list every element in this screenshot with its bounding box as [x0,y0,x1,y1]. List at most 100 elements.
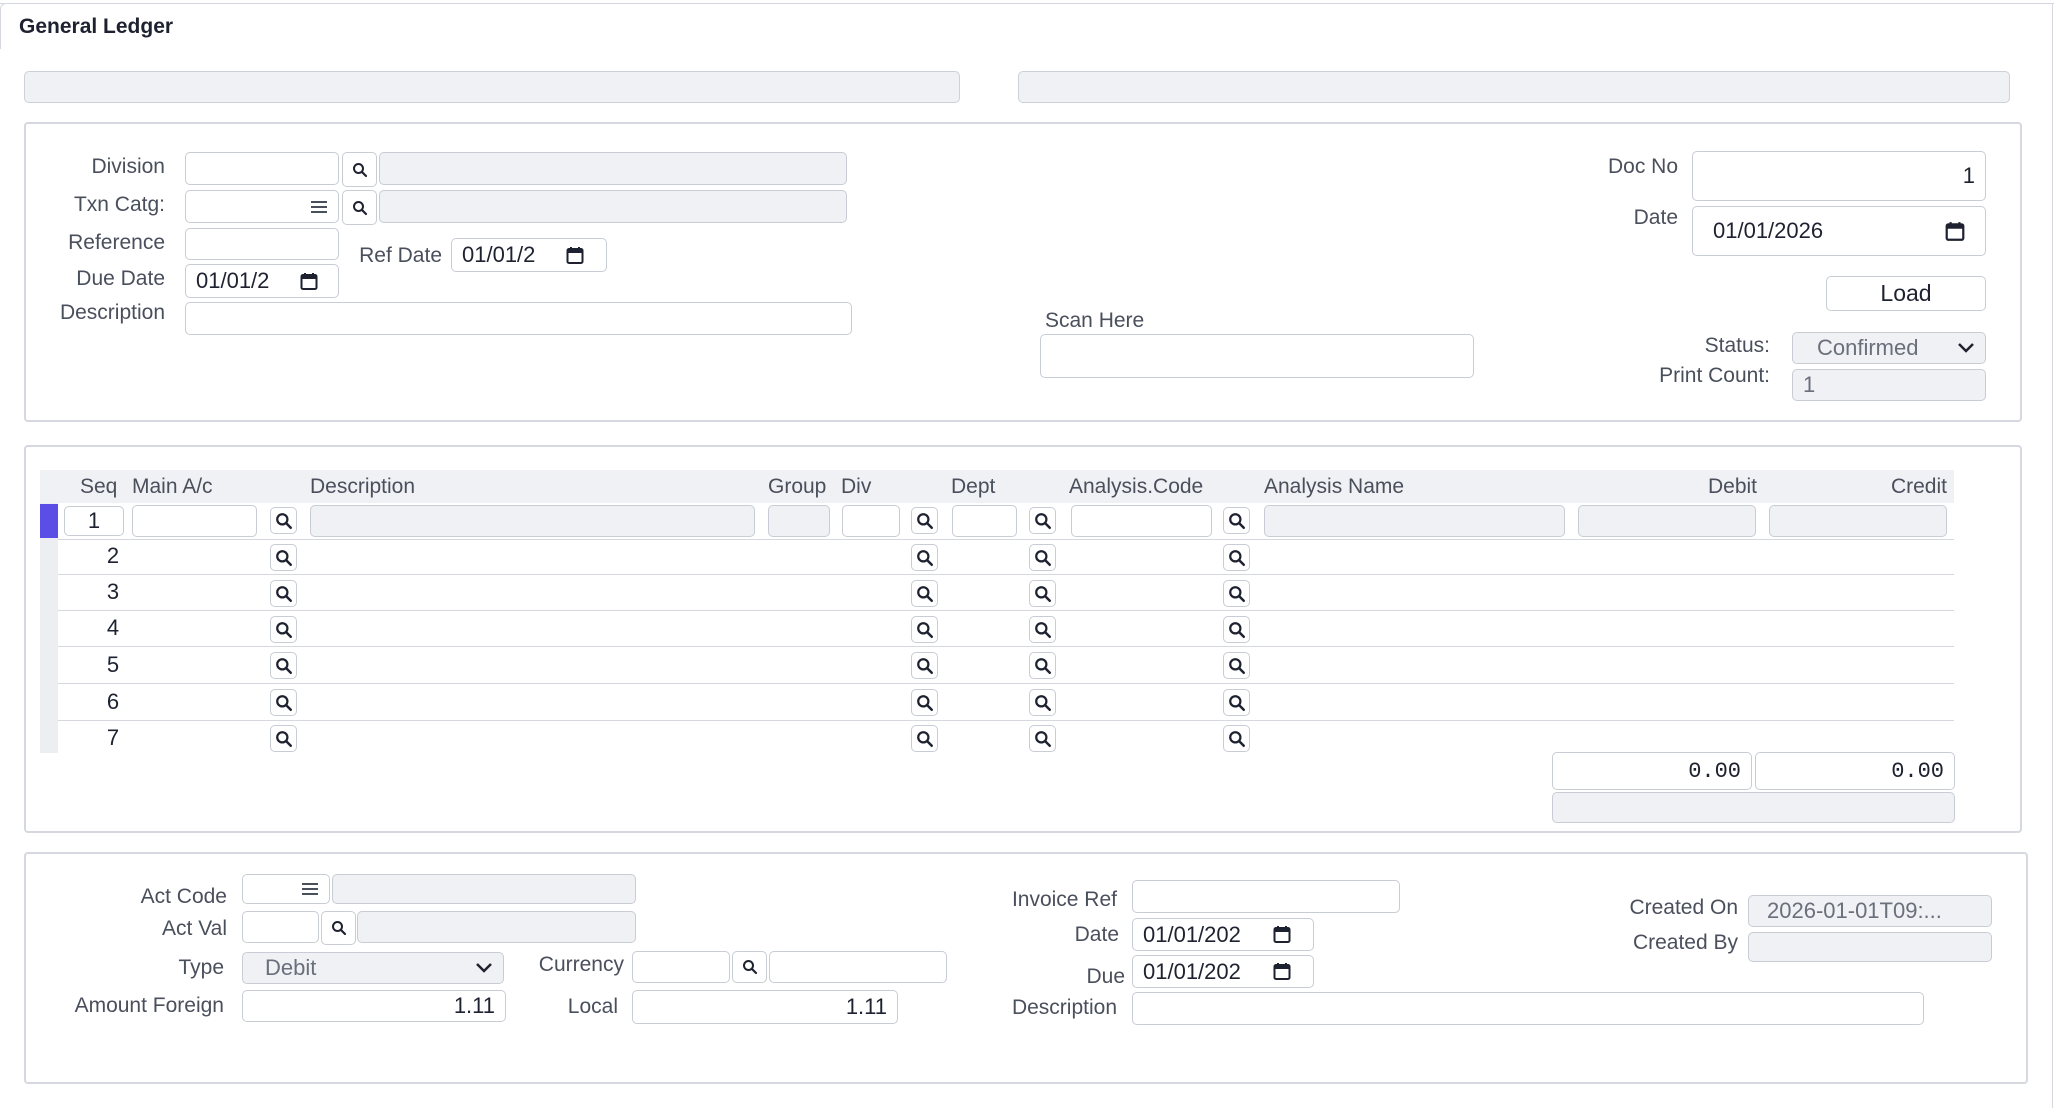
row-3-dept-search-button[interactable] [1029,580,1056,607]
row-1-div-input[interactable] [842,505,900,537]
description-input[interactable] [185,302,852,335]
row-7-analysis-code-search-button[interactable] [1223,725,1250,752]
due-date-input[interactable]: 01/01/2 [185,264,339,298]
division-search-button[interactable] [342,152,377,187]
row-7-main-ac-search-button[interactable] [270,725,297,752]
search-icon [275,621,292,638]
row-1-dept-search-button[interactable] [1029,507,1056,534]
calendar-icon[interactable] [566,246,584,265]
due-date-label: Due Date [76,267,165,290]
row-1-seq-input[interactable]: 1 [64,506,124,536]
row-5-div-search-button[interactable] [911,652,938,679]
search-icon [275,730,292,747]
scan-input[interactable] [1040,334,1474,378]
row-divider [58,646,1954,647]
row-3-div-search-button[interactable] [911,580,938,607]
invoice-date-value: 01/01/202 [1143,921,1241,947]
row-1-analysis-code-search-button[interactable] [1223,507,1250,534]
amount-foreign-label: Amount Foreign [74,994,224,1017]
col-credit: Credit [1890,475,1947,498]
invoice-date-label: Date [1074,923,1119,946]
row-1-analysis-code-input[interactable] [1071,505,1212,537]
row-3-analysis-code-search-button[interactable] [1223,580,1250,607]
act-val-input[interactable] [242,911,319,943]
search-icon [1228,585,1245,602]
act-code-name-display [332,874,636,904]
txn-catg-name-display [379,190,847,223]
calendar-icon[interactable] [1273,925,1291,944]
row-2-main-ac-search-button[interactable] [270,544,297,571]
print-count-label: Print Count: [1659,364,1770,387]
row-1-div-search-button[interactable] [911,507,938,534]
local-label: Local [567,995,618,1018]
list-icon [311,200,327,213]
invoice-ref-input[interactable] [1132,880,1400,913]
row-4-analysis-code-search-button[interactable] [1223,616,1250,643]
currency-input[interactable] [632,951,730,983]
division-name-display [379,152,847,185]
col-dept: Dept [951,475,996,498]
type-select[interactable]: Debit [242,952,504,984]
row-7-div-search-button[interactable] [911,725,938,752]
description-label: Description [59,301,165,324]
row-divider [58,720,1954,721]
row-6-dept-search-button[interactable] [1029,689,1056,716]
invoice-date-input[interactable]: 01/01/202 [1132,918,1314,951]
calendar-icon[interactable] [300,272,318,291]
row-6-div-search-button[interactable] [911,689,938,716]
act-val-name-display [357,911,636,943]
row-2-dept-search-button[interactable] [1029,544,1056,571]
date-value: 01/01/2026 [1713,218,1824,243]
row-divider [58,683,1954,684]
col-debit: Debit [1707,475,1757,498]
row-6-analysis-code-search-button[interactable] [1223,689,1250,716]
reference-input[interactable] [185,228,339,260]
txn-catg-select[interactable] [185,190,339,223]
col-group: Group [768,475,827,498]
tab-general-ledger[interactable]: General Ledger [0,3,1000,49]
detail-description-label: Description [1011,996,1117,1019]
created-on-display: 2026-01-01T09:... [1748,895,1992,927]
currency-name-input[interactable] [769,951,947,983]
row-gutter [40,503,58,753]
search-icon [1034,694,1051,711]
doc-no-input[interactable]: 1 [1692,151,1986,201]
row-2-analysis-code-search-button[interactable] [1223,544,1250,571]
txn-catg-search-button[interactable] [342,190,377,225]
currency-search-button[interactable] [732,951,767,983]
row-4-dept-search-button[interactable] [1029,616,1056,643]
amount-foreign-input[interactable]: 1.11 [242,990,506,1022]
row-3-main-ac-search-button[interactable] [270,580,297,607]
row-5-dept-search-button[interactable] [1029,652,1056,679]
act-val-search-button[interactable] [321,911,356,945]
row-1-main-ac-search-button[interactable] [270,507,297,534]
scan-here-label: Scan Here [1045,309,1145,332]
row-4-main-ac-search-button[interactable] [270,616,297,643]
load-button[interactable]: Load [1826,276,1986,311]
local-amount-input[interactable]: 1.11 [632,990,898,1024]
txn-catg-label: Txn Catg: [73,193,165,216]
act-code-select[interactable] [242,874,330,904]
row-4-div-search-button[interactable] [911,616,938,643]
division-input[interactable] [185,152,339,185]
col-description: Description [310,475,416,498]
calendar-icon[interactable] [1273,962,1291,981]
detail-description-input[interactable] [1132,992,1924,1025]
search-icon [1034,549,1051,566]
row-6-main-ac-search-button[interactable] [270,689,297,716]
row-5-analysis-code-search-button[interactable] [1223,652,1250,679]
due-input[interactable]: 01/01/202 [1132,955,1314,988]
date-input[interactable]: 01/01/2026 [1692,206,1986,256]
ref-date-input[interactable]: 01/01/2 [451,238,607,272]
calendar-icon[interactable] [1945,221,1965,242]
col-analysis-name: Analysis Name [1264,475,1405,498]
row-1-main-ac-input[interactable] [132,505,257,537]
row-2-div-search-button[interactable] [911,544,938,571]
search-icon [1228,694,1245,711]
row-7-dept-search-button[interactable] [1029,725,1056,752]
act-code-label: Act Code [140,885,227,908]
created-on-label: Created On [1629,896,1738,919]
row-5-main-ac-search-button[interactable] [270,652,297,679]
status-select[interactable]: Confirmed [1792,332,1986,364]
row-1-dept-input[interactable] [952,505,1017,537]
